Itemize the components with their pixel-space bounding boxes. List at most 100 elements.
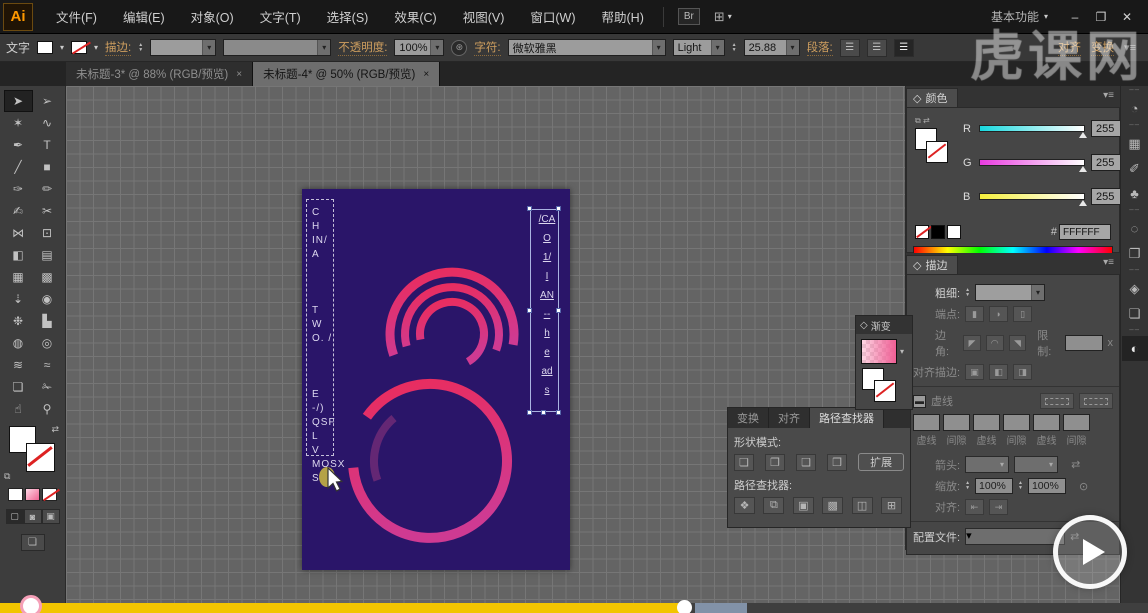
magic-wand-tool[interactable]: ✶ — [4, 112, 33, 134]
poster-right-text[interactable]: /CA O 1/ I AN -- h e ad s — [535, 211, 559, 401]
align-stroke-outside-button[interactable]: ◨ — [1013, 364, 1032, 380]
none-swatch[interactable] — [915, 225, 929, 239]
stroke-weight-select[interactable]: ▾ — [150, 39, 216, 56]
swap-arrowheads-icon[interactable]: ⇄ — [1071, 458, 1080, 471]
draw-inside-button[interactable]: ▣ — [42, 509, 60, 524]
black-swatch[interactable] — [931, 225, 945, 239]
brushes-panel-icon[interactable]: ✐ — [1122, 156, 1148, 181]
menu-edit[interactable]: 编辑(E) — [110, 0, 178, 34]
perspective-grid-tool[interactable]: ▤ — [33, 244, 62, 266]
menu-help[interactable]: 帮助(H) — [589, 0, 657, 34]
panel-collapse-icon[interactable]: ◇ — [860, 320, 868, 331]
lasso-tool[interactable]: ∿ — [33, 112, 62, 134]
tab-transform[interactable]: 变换 — [728, 408, 769, 428]
line-segment-tool[interactable]: ╱ — [4, 156, 33, 178]
recolor-artwork-icon[interactable]: ⊛ — [451, 40, 467, 56]
chevron-down-icon[interactable]: ▾ — [900, 347, 904, 356]
gradient-panel-icon[interactable]: ◐ — [1122, 336, 1148, 361]
fill-stroke-mini[interactable] — [862, 368, 908, 408]
projecting-cap-button[interactable]: ▯ — [1013, 306, 1032, 322]
layers-panel-icon[interactable]: ◈ — [1122, 276, 1148, 301]
color-button[interactable] — [8, 488, 23, 501]
workspace-switcher[interactable]: 基本功能 ▾ — [991, 8, 1048, 25]
panel-menu-icon[interactable]: ▾≡ — [1124, 41, 1136, 54]
default-fill-stroke-icon[interactable]: ⧉ — [915, 116, 921, 125]
live-paint-bucket-tool[interactable]: ◍ — [4, 332, 33, 354]
pencil-tool[interactable]: ✏ — [33, 178, 62, 200]
blue-slider[interactable] — [979, 193, 1085, 200]
opacity-input[interactable]: 100%▾ — [394, 39, 444, 56]
align-arrow-end-button[interactable]: ⇥ — [989, 499, 1008, 515]
scissors-tool[interactable]: ✂ — [33, 200, 62, 222]
selection-handle[interactable] — [556, 410, 561, 415]
dash-preset-button[interactable] — [1040, 393, 1074, 409]
gradient-tool[interactable]: ▩ — [33, 266, 62, 288]
paragraph-panel-link[interactable]: 段落: — [807, 39, 833, 56]
arrange-documents-icon[interactable]: ⊞▾ — [714, 9, 732, 25]
artboard-poster[interactable]: C H IN/ A T W O. / E -/) QSF L V MOSX S — [302, 189, 570, 570]
intersect-button[interactable]: ❑ — [796, 454, 816, 471]
hex-value-input[interactable]: FFFFFF — [1059, 224, 1111, 240]
dash-preset-button[interactable] — [1079, 393, 1113, 409]
fill-stroke-control[interactable]: ⇄ ⧉ — [0, 424, 65, 482]
dash-input[interactable] — [913, 414, 940, 431]
gradient-button[interactable] — [25, 488, 40, 501]
panel-collapse-icon[interactable]: ◇ — [913, 92, 921, 105]
live-paint-selection-tool[interactable]: ◎ — [33, 332, 62, 354]
blob-brush-tool[interactable]: ✍ — [4, 200, 33, 222]
selection-handle[interactable] — [541, 410, 546, 415]
panel-menu-icon[interactable]: ▾≡ — [1103, 257, 1114, 268]
crop-button[interactable]: ▩ — [822, 497, 843, 514]
hand-tool[interactable]: ☝ — [4, 398, 33, 420]
menu-view[interactable]: 视图(V) — [450, 0, 518, 34]
menu-object[interactable]: 对象(O) — [178, 0, 247, 34]
font-style-select[interactable]: Light▾ — [673, 39, 725, 56]
align-stroke-inside-button[interactable]: ◧ — [989, 364, 1008, 380]
rectangle-tool[interactable]: ■ — [33, 156, 62, 178]
align-panel-link[interactable]: 对齐 — [1058, 39, 1081, 56]
selection-handle[interactable] — [527, 410, 532, 415]
menu-effect[interactable]: 效果(C) — [381, 0, 449, 34]
grip-handle[interactable]: ┉┉ — [1129, 266, 1139, 276]
arrowhead-start-select[interactable]: ▾ — [965, 456, 1009, 473]
paintbrush-tool[interactable]: ✑ — [4, 178, 33, 200]
selection-handle[interactable] — [527, 206, 532, 211]
symbol-sprayer-tool[interactable]: ❉ — [4, 310, 33, 332]
scale-end-input[interactable]: 100% — [1028, 478, 1066, 494]
free-transform-tool[interactable]: ⊡ — [33, 222, 62, 244]
artboard-tool[interactable]: ❏ — [4, 376, 33, 398]
slider-thumb[interactable] — [1079, 166, 1087, 172]
grip-handle[interactable]: ┉┉ — [1129, 326, 1139, 336]
fill-color-swatch[interactable] — [37, 41, 53, 54]
gap-input[interactable] — [1063, 414, 1090, 431]
font-size-select[interactable]: 25.88▾ — [744, 39, 800, 56]
align-right-button[interactable]: ☰ — [894, 39, 914, 57]
graphic-styles-panel-icon[interactable]: ❐ — [1122, 241, 1148, 266]
stroke-weight-stepper[interactable]: ▲▼ — [138, 43, 143, 53]
close-tab-icon[interactable]: × — [236, 69, 242, 80]
scale-stepper[interactable]: ▲▼ — [1018, 481, 1023, 491]
white-swatch[interactable] — [947, 225, 961, 239]
stroke-panel-link[interactable]: 描边: — [105, 39, 131, 56]
miter-join-button[interactable]: ◤ — [963, 335, 981, 351]
restore-button[interactable]: ❐ — [1088, 10, 1114, 24]
selection-handle[interactable] — [556, 206, 561, 211]
selection-tool[interactable]: ➤ — [4, 90, 33, 112]
swatches-panel-icon[interactable]: ▦ — [1122, 131, 1148, 156]
video-play-button[interactable] — [1053, 515, 1127, 589]
artboards-panel-icon[interactable]: ❏ — [1122, 301, 1148, 326]
exclude-button[interactable]: ❒ — [827, 454, 847, 471]
grip-handle[interactable]: ┉┉ — [1129, 86, 1139, 96]
menu-select[interactable]: 选择(S) — [314, 0, 382, 34]
divide-button[interactable]: ❖ — [734, 497, 755, 514]
screen-mode-button[interactable]: ❏ — [21, 534, 45, 551]
poster-left-text[interactable]: C H IN/ A T W O. / E -/) QSF L V MOSX S — [312, 206, 342, 486]
draw-normal-button[interactable]: ▢ — [6, 509, 24, 524]
slider-thumb[interactable] — [1079, 200, 1087, 206]
default-fill-stroke-icon[interactable]: ⧉ — [4, 471, 10, 482]
selection-handle[interactable] — [556, 308, 561, 313]
scale-start-input[interactable]: 100% — [975, 478, 1013, 494]
warp-tool[interactable]: ≋ — [4, 354, 33, 376]
stroke-color-swatch[interactable] — [71, 41, 87, 54]
tab-pathfinder[interactable]: 路径查找器 — [810, 408, 884, 428]
